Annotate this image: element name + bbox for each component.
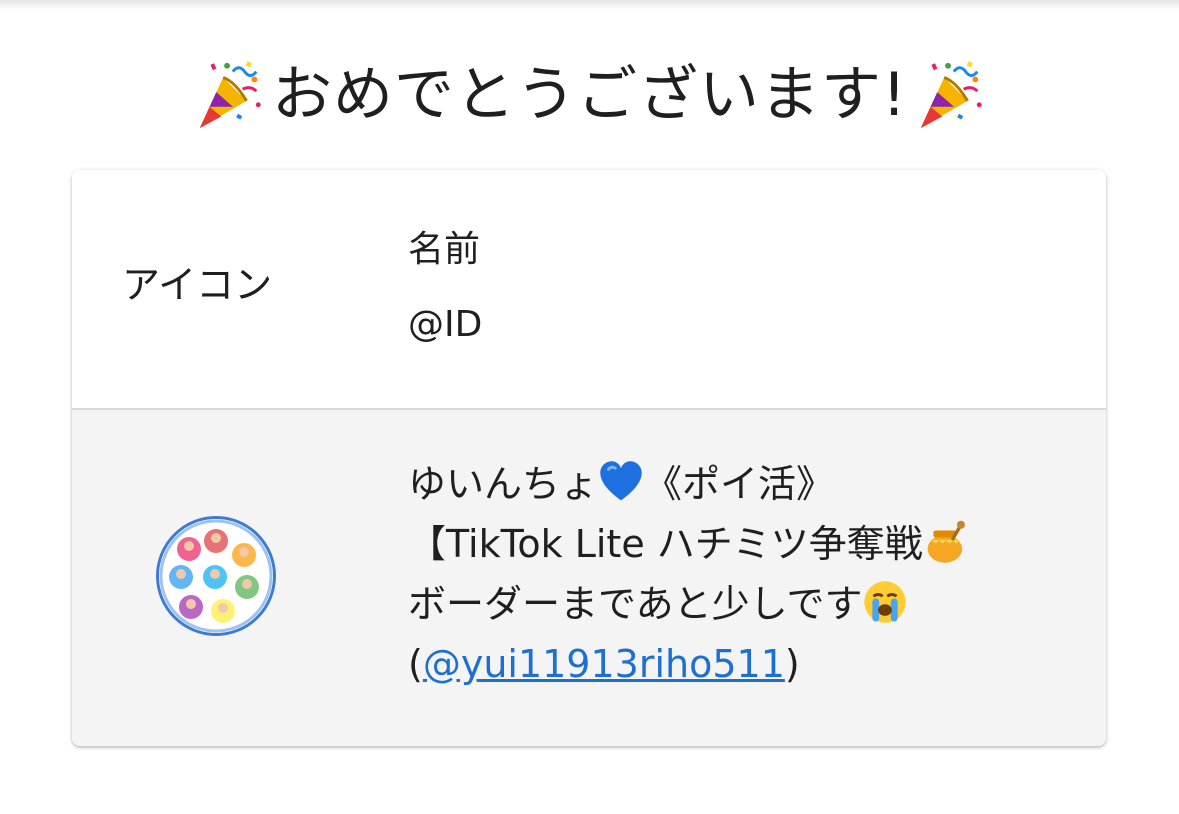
congratulations-heading: おめでとうございます! (0, 50, 1179, 140)
party-popper-icon (920, 61, 982, 129)
entry-name-line-2: 【TikTok Lite ハチミツ争奪戦 (408, 514, 1088, 574)
blue-heart-icon (600, 461, 642, 501)
entry-name: ゆいんちょ (408, 462, 599, 506)
ranking-table-card: アイコン 名前 @ID ゆいんちょ 《ポイ活》 【TikTok Lite ハチミ… (72, 170, 1106, 746)
id-column-header: @ID (408, 304, 483, 345)
entry-name-part-2: 【TikTok Lite ハチミツ争奪戦 (408, 522, 923, 566)
name-column-header: 名前 (408, 229, 481, 270)
entry-name-line: ゆいんちょ 《ポイ活》 (408, 454, 1088, 514)
table-header-row: アイコン 名前 @ID (72, 170, 1106, 408)
table-row: ゆいんちょ 《ポイ活》 【TikTok Lite ハチミツ争奪戦 ボーダーまであ… (72, 410, 1106, 746)
party-popper-icon (199, 61, 261, 129)
loudly-crying-face-icon (864, 581, 907, 623)
entry-name-line-3: ボーダーまであと少しです (408, 574, 1088, 634)
honey-pot-icon (927, 520, 965, 563)
entry-handle-line: (@yui11913riho511) (408, 634, 1088, 694)
entry-name-suffix: 《ポイ活》 (644, 462, 835, 506)
heading-title: おめでとうございます! (271, 60, 908, 130)
group-photo-avatar-image (159, 519, 273, 633)
entry-info: ゆいんちょ 《ポイ活》 【TikTok Lite ハチミツ争奪戦 ボーダーまであ… (408, 454, 1088, 694)
top-shadow-edge (0, 0, 1179, 10)
avatar[interactable] (156, 516, 276, 636)
handle-close-paren: ) (784, 642, 800, 686)
entry-name-part-3: ボーダーまであと少しです (408, 582, 863, 626)
handle-open-paren: ( (408, 642, 423, 686)
icon-column-header: アイコン (122, 263, 273, 307)
user-handle-link[interactable]: @yui11913riho511 (423, 642, 785, 686)
